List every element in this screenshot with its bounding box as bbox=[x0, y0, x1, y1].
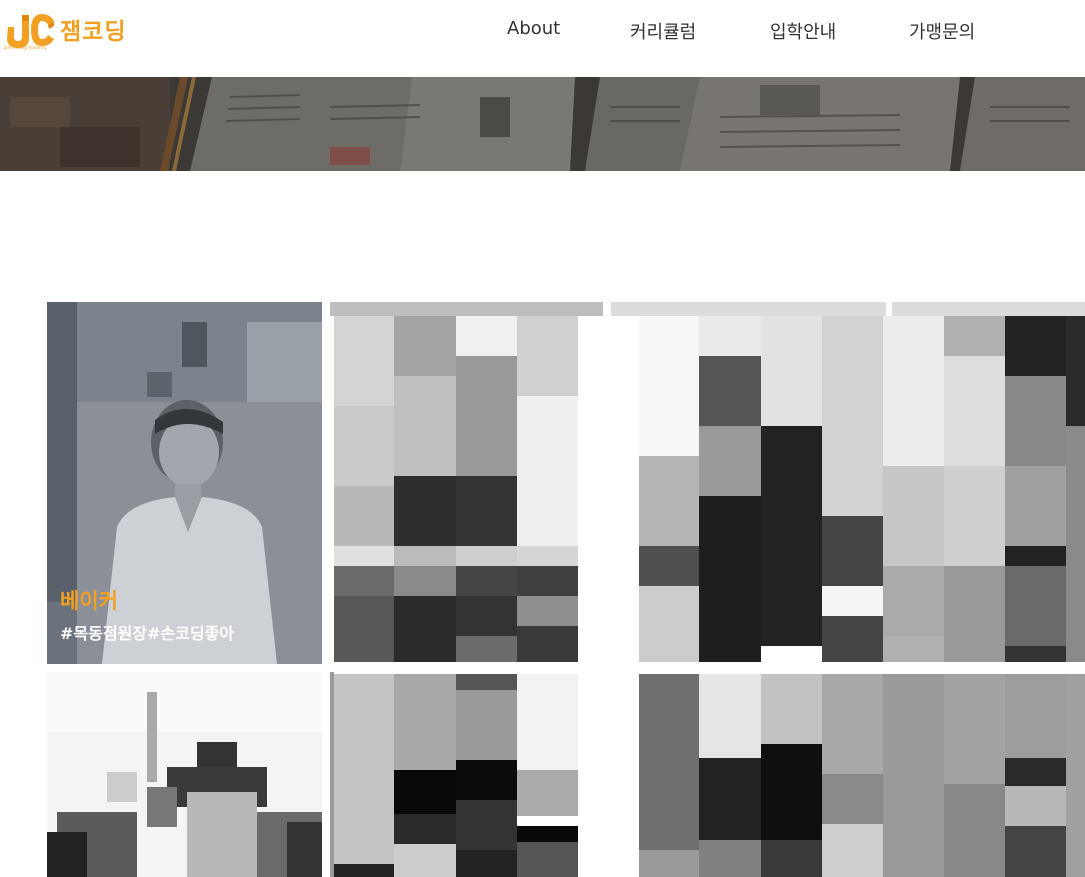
teacher-tags: #목동점원장#손코딩좋아 bbox=[60, 624, 235, 643]
teacher-card[interactable]: 베이커 #목동점원장#손코딩좋아 bbox=[47, 302, 322, 664]
teacher-card[interactable] bbox=[611, 672, 1085, 877]
nav-franchise[interactable]: 가맹문의 bbox=[909, 18, 975, 44]
hero-banner-image bbox=[0, 77, 1085, 171]
teacher-photo-pixelated bbox=[611, 302, 1085, 664]
teacher-card[interactable] bbox=[330, 672, 603, 877]
teacher-name: 베이커 bbox=[60, 589, 118, 613]
main-nav: About 커리큘럼 입학안내 가맹문의 bbox=[0, 18, 1085, 44]
teacher-photo-pixelated bbox=[47, 672, 322, 877]
teacher-photo-pixelated bbox=[330, 302, 603, 664]
site-header: 잼코딩 Jam Coding Academy About 커리큘럼 입학안내 가… bbox=[0, 0, 1085, 77]
nav-admission[interactable]: 입학안내 bbox=[770, 18, 836, 44]
teacher-card[interactable] bbox=[330, 302, 603, 664]
nav-about[interactable]: About bbox=[507, 18, 560, 39]
brand-tagline: Jam Coding Academy bbox=[4, 45, 47, 50]
nav-curriculum[interactable]: 커리큘럼 bbox=[630, 18, 696, 44]
teacher-card[interactable] bbox=[611, 302, 1085, 664]
teacher-photo-pixelated bbox=[611, 672, 1085, 877]
teacher-card[interactable] bbox=[47, 672, 322, 877]
teacher-photo-pixelated bbox=[330, 672, 603, 877]
